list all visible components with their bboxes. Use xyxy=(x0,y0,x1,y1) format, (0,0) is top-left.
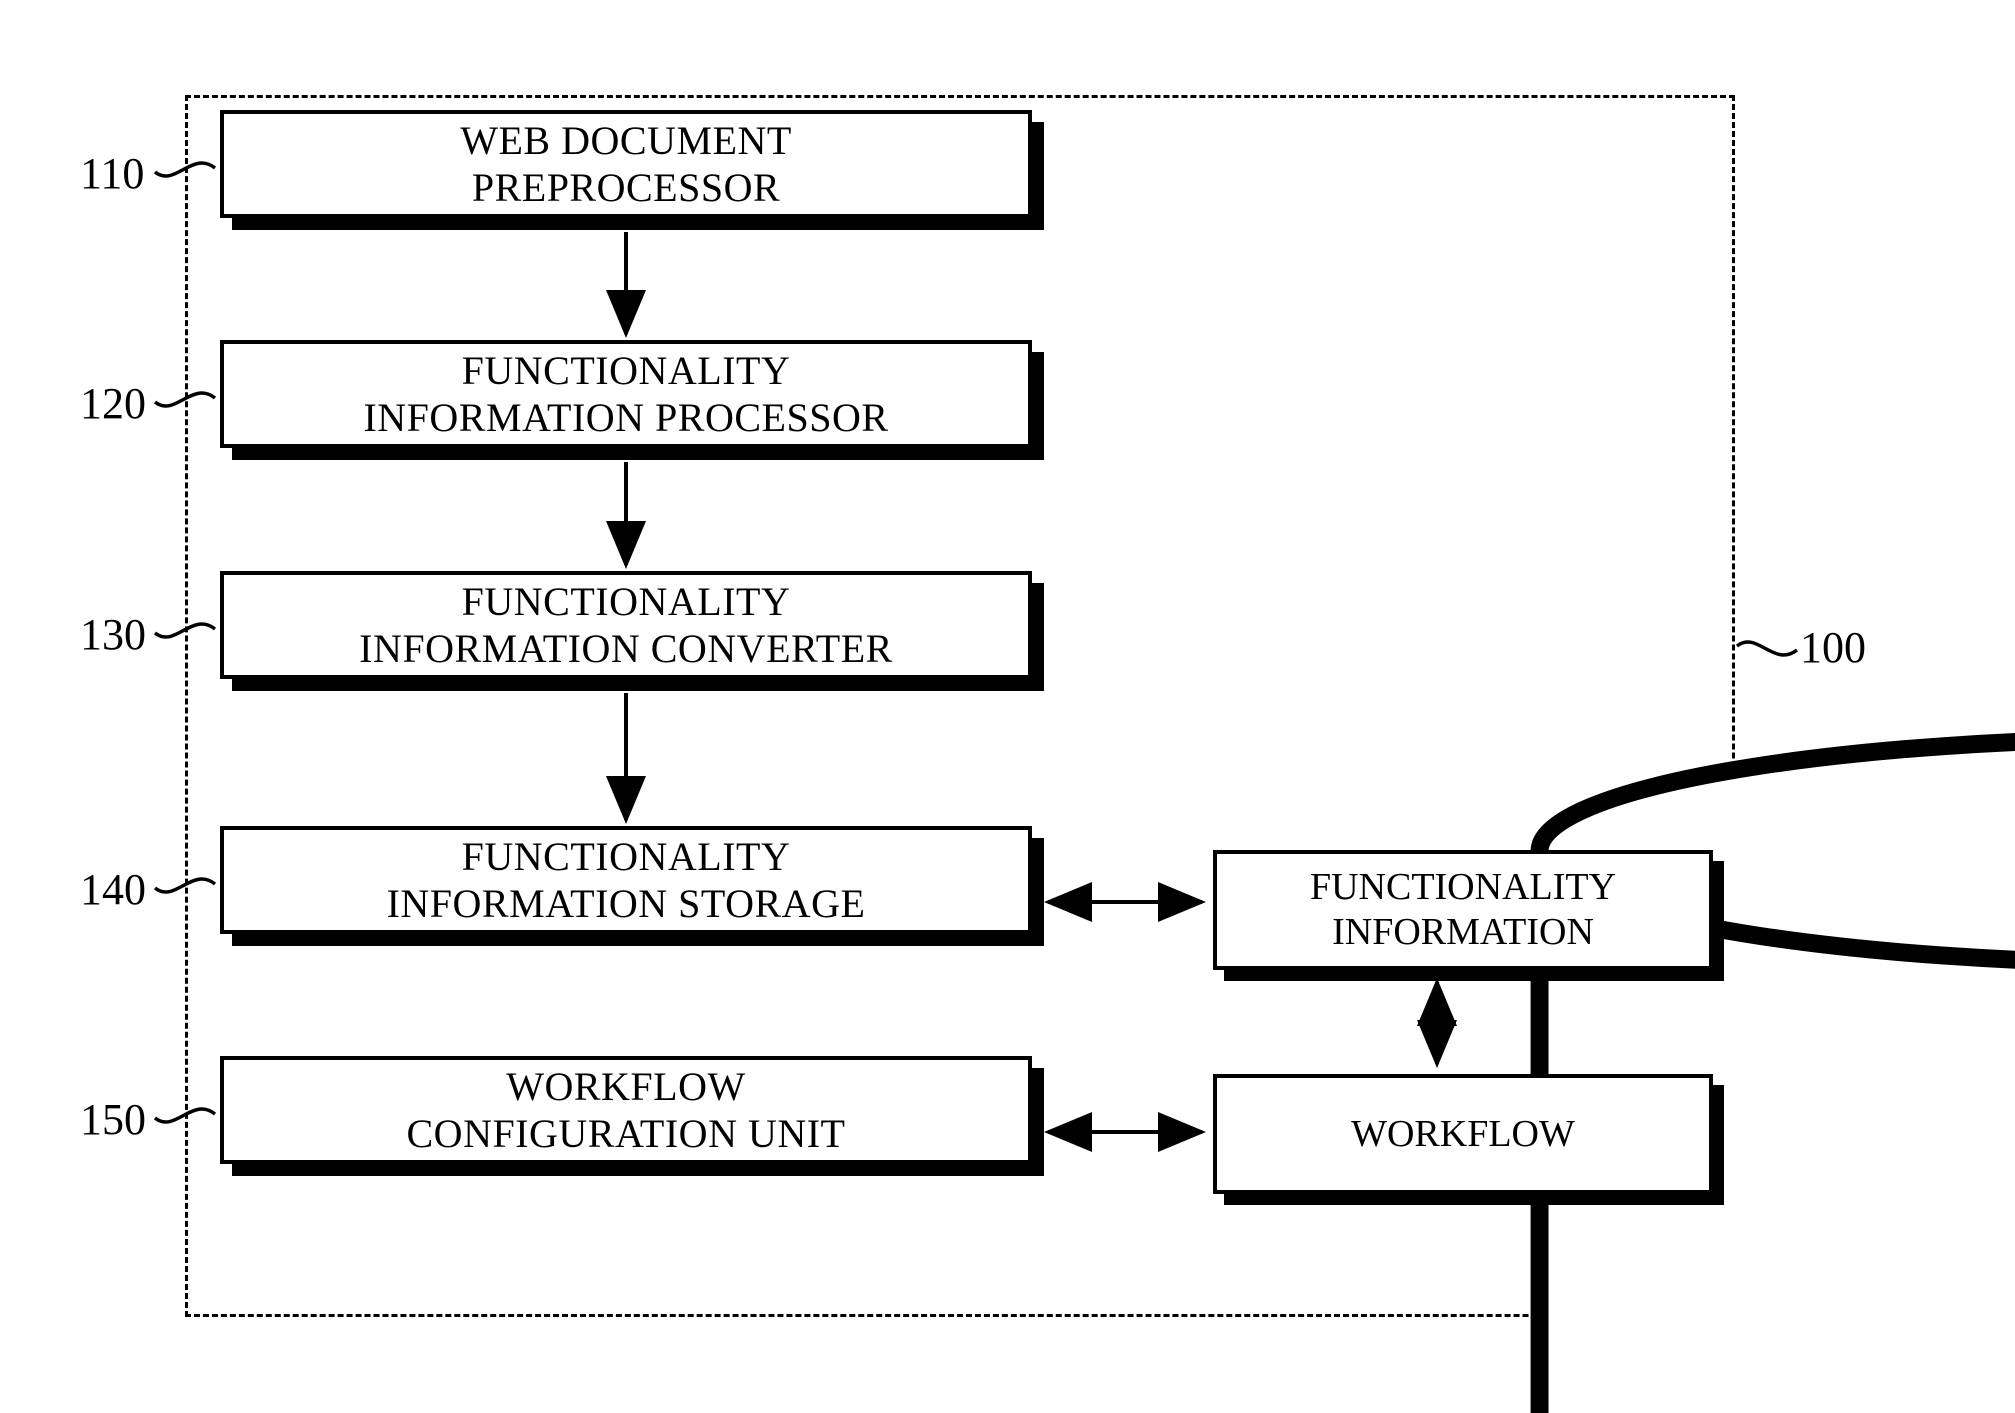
module-label-150: WORKFLOW CONFIGURATION UNIT xyxy=(406,1063,846,1156)
ref-numeral-120: 120 xyxy=(80,379,146,428)
module-box-workflow-configuration-unit[interactable]: WORKFLOW CONFIGURATION UNIT xyxy=(220,1056,1032,1164)
inner-box-workflow[interactable]: WORKFLOW xyxy=(1213,1074,1713,1194)
module-label-110: WEB DOCUMENT PREPROCESSOR xyxy=(460,117,792,210)
leader-line-100 xyxy=(1735,640,1799,657)
ref-numeral-110: 110 xyxy=(80,149,145,198)
module-box-functionality-information-storage[interactable]: FUNCTIONALITY INFORMATION STORAGE xyxy=(220,826,1032,934)
inner-label-workflow: WORKFLOW xyxy=(1351,1112,1575,1155)
module-label-130: FUNCTIONALITY INFORMATION CONVERTER xyxy=(359,578,893,671)
ref-numeral-150: 150 xyxy=(80,1095,146,1144)
ref-numeral-140: 140 xyxy=(80,865,146,914)
module-box-functionality-information-processor[interactable]: FUNCTIONALITY INFORMATION PROCESSOR xyxy=(220,340,1032,448)
inner-label-functionality-information: FUNCTIONALITY INFORMATION xyxy=(1309,866,1617,953)
patent-figure: WEB DOCUMENT PREPROCESSOR FUNCTIONALITY … xyxy=(0,0,2015,1413)
ref-numeral-130: 130 xyxy=(80,610,146,659)
module-box-functionality-information-converter[interactable]: FUNCTIONALITY INFORMATION CONVERTER xyxy=(220,571,1032,679)
ref-numeral-100: 100 xyxy=(1800,623,1866,672)
module-box-web-document-preprocessor[interactable]: WEB DOCUMENT PREPROCESSOR xyxy=(220,110,1032,218)
module-label-120: FUNCTIONALITY INFORMATION PROCESSOR xyxy=(363,347,889,440)
module-label-140: FUNCTIONALITY INFORMATION STORAGE xyxy=(386,833,866,926)
inner-box-functionality-information[interactable]: FUNCTIONALITY INFORMATION xyxy=(1213,850,1713,970)
